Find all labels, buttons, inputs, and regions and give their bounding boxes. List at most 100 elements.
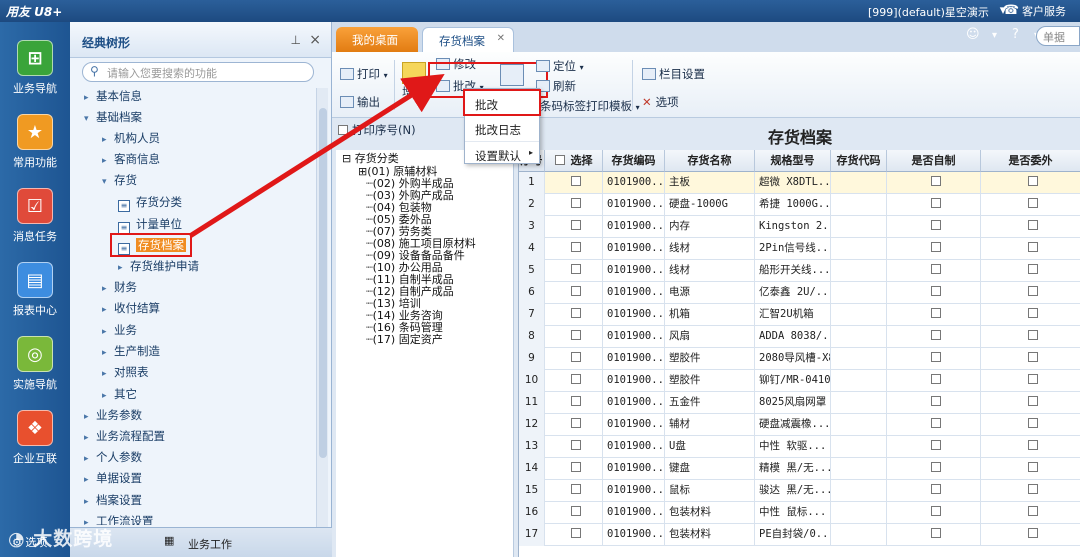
row-checkbox[interactable]	[1027, 330, 1038, 340]
tree-node-basic-archive[interactable]: ▾ 基础档案	[84, 107, 142, 127]
tree-node-customer-supplier[interactable]: ▸ 客商信息	[102, 149, 160, 169]
customer-service-icon[interactable]: ☎	[1000, 2, 1022, 20]
table-row[interactable]: 12 0101900... 辅材 硬盘减震橡...	[519, 414, 1080, 436]
row-checkbox[interactable]	[570, 528, 581, 538]
document-search-input[interactable]: 单据	[1036, 26, 1080, 46]
row-checkbox[interactable]	[930, 418, 941, 428]
tree-node-personal-params[interactable]: ▸ 个人参数	[84, 447, 142, 467]
output-button[interactable]: 输出	[340, 94, 380, 110]
tree-node-workflow-settings[interactable]: ▸ 工作流设置	[84, 511, 154, 525]
row-checkbox[interactable]	[570, 352, 581, 362]
menu-item-batch-log[interactable]: 批改日志	[465, 116, 539, 141]
category-item[interactable]: ┈(17) 固定资产	[366, 334, 443, 346]
rail-implementation-nav[interactable]: ◎ 实施导航	[0, 336, 70, 402]
table-row[interactable]: 4 0101900... 线材 2Pin信号线...	[519, 238, 1080, 260]
tree-node-unit[interactable]: ≡ 计量单位	[118, 214, 182, 234]
row-checkbox[interactable]	[570, 198, 581, 208]
column-settings-button[interactable]: 栏目设置	[642, 66, 705, 82]
row-checkbox[interactable]	[1027, 506, 1038, 516]
row-checkbox[interactable]	[570, 264, 581, 274]
help-icon[interactable]: ?	[1012, 27, 1019, 42]
grid-header-outsourced[interactable]: 是否委外	[981, 150, 1080, 172]
row-checkbox[interactable]	[1027, 462, 1038, 472]
row-checkbox[interactable]	[1027, 176, 1038, 186]
rail-report-center[interactable]: ▤ 报表中心	[0, 262, 70, 328]
function-search-input[interactable]: ⚲ 请输入您要搜索的功能	[82, 62, 314, 82]
row-checkbox[interactable]	[930, 308, 941, 318]
rail-common-functions[interactable]: ★ 常用功能	[0, 114, 70, 180]
print-sequence-checkbox[interactable]: 打印序号(N)	[338, 122, 416, 138]
tree-node-workflow-config[interactable]: ▸ 业务流程配置	[84, 426, 165, 446]
row-checkbox[interactable]	[1027, 264, 1038, 274]
tree-node-archive-settings[interactable]: ▸ 档案设置	[84, 490, 142, 510]
row-checkbox[interactable]	[570, 374, 581, 384]
tree-scrollbar[interactable]	[316, 88, 328, 548]
table-row[interactable]: 15 0101900... 鼠标 骏达 黑/无...	[519, 480, 1080, 502]
row-checkbox[interactable]	[930, 462, 941, 472]
close-tab-icon[interactable]: ✕	[497, 33, 505, 44]
table-row[interactable]: 6 0101900... 电源 亿泰鑫 2U/...	[519, 282, 1080, 304]
tree-node-mapping[interactable]: ▸ 对照表	[102, 362, 149, 382]
row-checkbox[interactable]	[930, 440, 941, 450]
row-checkbox[interactable]	[570, 396, 581, 406]
row-checkbox[interactable]	[570, 330, 581, 340]
print-button[interactable]: 打印 ▾	[340, 66, 388, 82]
grid-header-code[interactable]: 存货编码	[603, 150, 665, 172]
table-row[interactable]: 8 0101900...风扇ADDA 8038/...	[519, 326, 1080, 348]
rail-business-nav[interactable]: ⊞ 业务导航	[0, 40, 70, 106]
grid-header-spec[interactable]: 规格型号	[755, 150, 831, 172]
close-icon[interactable]: ×	[309, 32, 321, 48]
row-checkbox[interactable]	[1027, 418, 1038, 428]
row-checkbox[interactable]	[930, 264, 941, 274]
tree-node-production[interactable]: ▸ 生产制造	[102, 341, 160, 361]
row-checkbox[interactable]	[570, 440, 581, 450]
row-checkbox[interactable]	[570, 242, 581, 252]
select-all-checkbox[interactable]	[554, 155, 565, 165]
row-checkbox[interactable]	[1027, 484, 1038, 494]
row-checkbox[interactable]	[930, 176, 941, 186]
row-checkbox[interactable]	[570, 484, 581, 494]
tree-node-inventory[interactable]: ▾ 存货	[102, 170, 137, 190]
row-checkbox[interactable]	[1027, 242, 1038, 252]
row-checkbox[interactable]	[930, 506, 941, 516]
row-checkbox[interactable]	[930, 286, 941, 296]
barcode-template-button[interactable]: 条码标签打印模板 ▾	[540, 98, 640, 114]
tab-inventory-archive[interactable]: 存货档案 ✕	[422, 27, 514, 52]
tree-node-inventory-category[interactable]: ≡ 存货分类	[118, 192, 182, 212]
row-checkbox[interactable]	[1027, 440, 1038, 450]
category-root[interactable]: ⊟ 存货分类	[342, 153, 399, 165]
refresh-button[interactable]: 刷新	[536, 78, 576, 94]
table-row[interactable]: 7 0101900... 机箱 汇智2U机箱	[519, 304, 1080, 326]
select-options-button[interactable]: ✕ 选项	[642, 94, 679, 110]
row-checkbox[interactable]	[930, 220, 941, 230]
row-checkbox[interactable]	[1027, 528, 1038, 538]
row-checkbox[interactable]	[930, 374, 941, 384]
tree-node-other[interactable]: ▸ 其它	[102, 384, 137, 404]
table-row[interactable]: 5 0101900... 线材 船形开关线...	[519, 260, 1080, 282]
menu-item-set-default[interactable]: 设置默认 ▸	[465, 141, 539, 166]
row-checkbox[interactable]	[570, 176, 581, 186]
table-row[interactable]: 1 0101900... 主板 超微 X8DTL...	[519, 172, 1080, 194]
row-checkbox[interactable]	[1027, 374, 1038, 384]
tab-my-desktop[interactable]: 我的桌面	[336, 27, 418, 52]
row-checkbox[interactable]	[1027, 352, 1038, 362]
table-row[interactable]: 14 0101900... 键盘 精模 黑/无...	[519, 458, 1080, 480]
table-row[interactable]: 3 0101900...内存Kingston 2...	[519, 216, 1080, 238]
row-checkbox[interactable]	[570, 462, 581, 472]
row-checkbox[interactable]	[570, 308, 581, 318]
row-checkbox[interactable]	[930, 330, 941, 340]
table-row[interactable]: 2 0101900... 硬盘-1000G 希捷 1000G...	[519, 194, 1080, 216]
table-row[interactable]: 10 0101900... 塑胶件 铆钉/MR-04100	[519, 370, 1080, 392]
row-checkbox[interactable]	[570, 506, 581, 516]
grid-header-name[interactable]: 存货名称	[665, 150, 755, 172]
row-checkbox[interactable]	[570, 220, 581, 230]
row-checkbox[interactable]	[930, 198, 941, 208]
scrollbar-thumb[interactable]	[319, 108, 327, 458]
smiley-icon[interactable]: ☺	[966, 27, 980, 42]
row-checkbox[interactable]	[1027, 220, 1038, 230]
row-checkbox[interactable]	[930, 484, 941, 494]
locate-button[interactable]: 定位 ▾	[536, 58, 584, 74]
tree-node-settlement[interactable]: ▸ 收付结算	[102, 298, 160, 318]
account-context[interactable]: [999](default)星空演示	[868, 4, 989, 20]
tree-node-basic-info[interactable]: ▸ 基本信息	[84, 86, 142, 106]
